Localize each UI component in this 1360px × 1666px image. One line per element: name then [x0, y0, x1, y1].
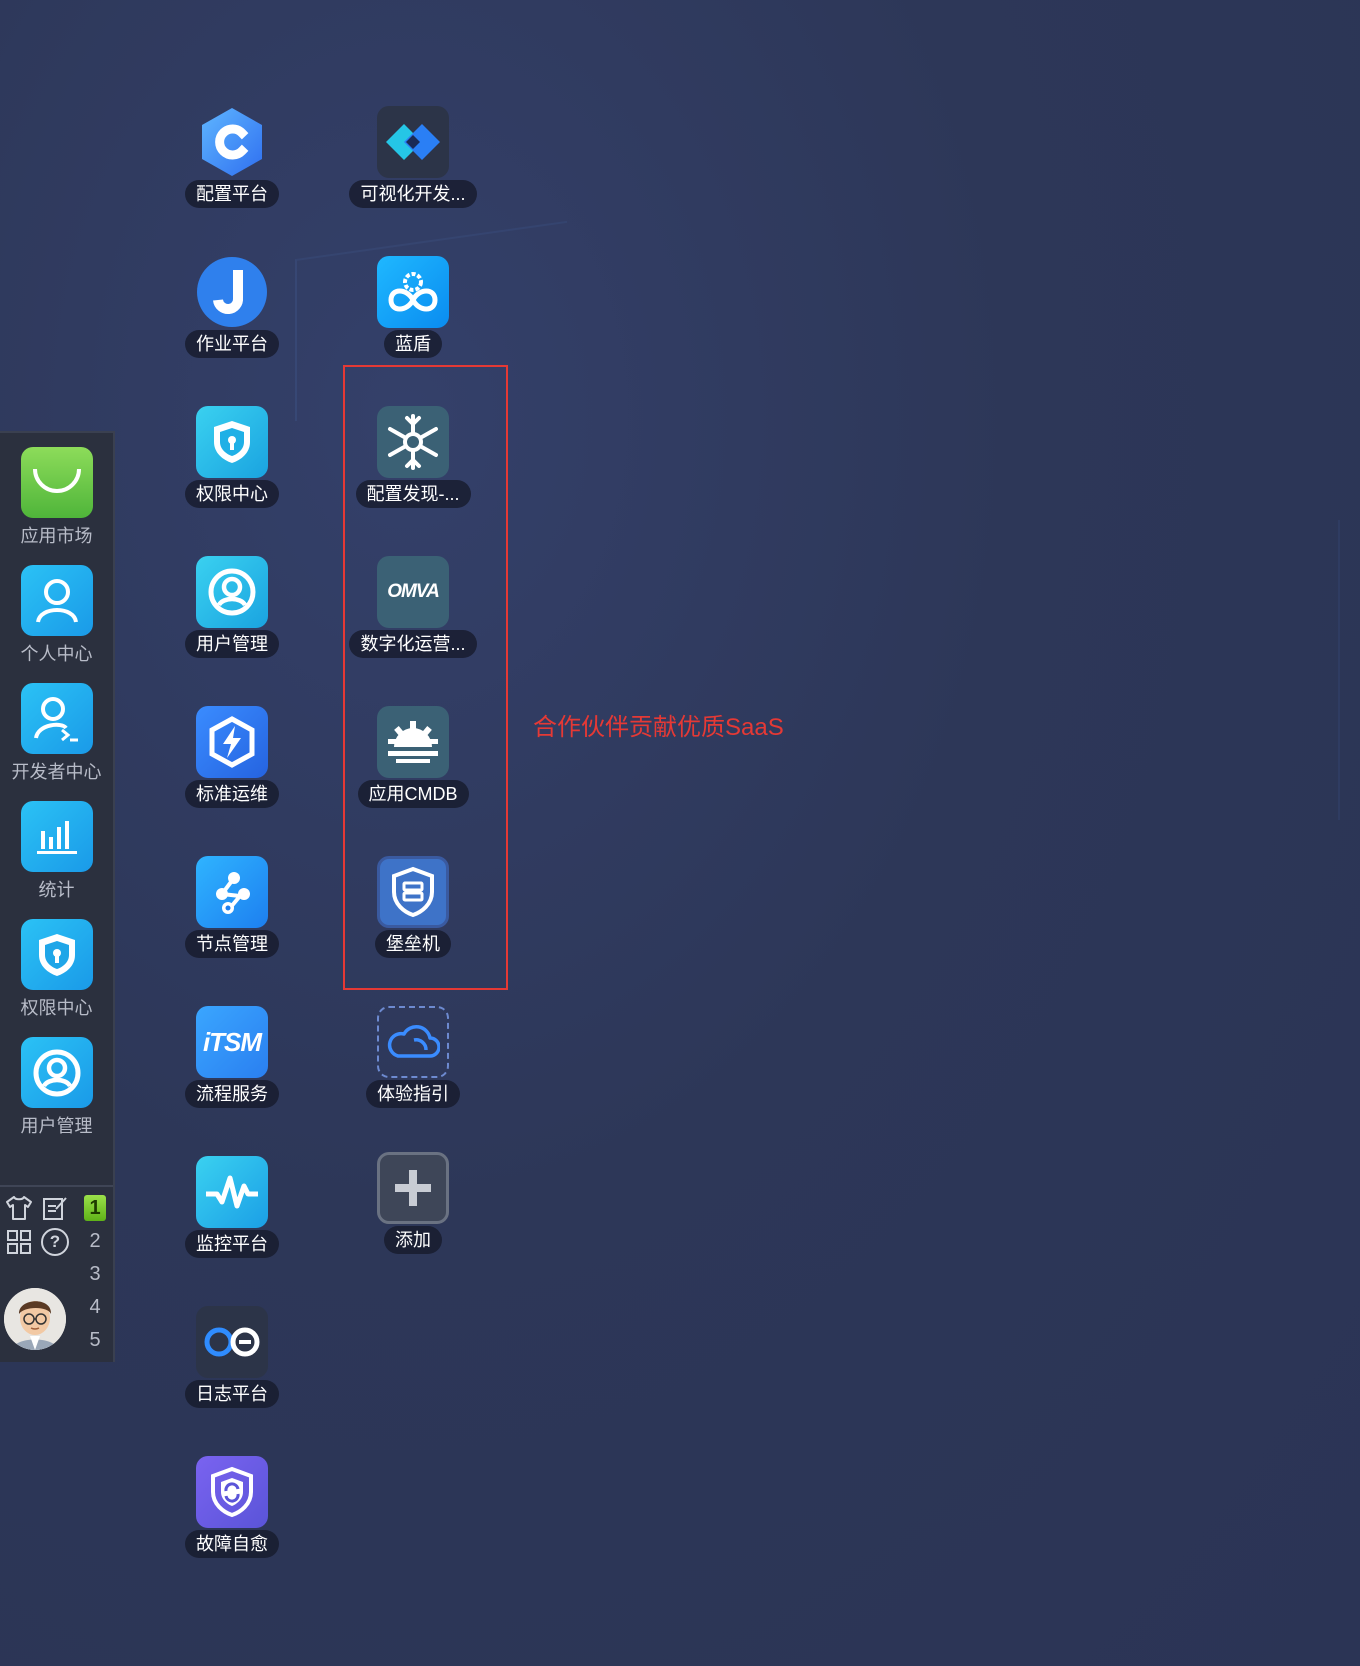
shield-icon [196, 406, 268, 478]
app-label: 标准运维 [185, 780, 279, 808]
app-user-management[interactable]: 用户管理 [157, 556, 307, 676]
app-label: 作业平台 [185, 330, 279, 358]
app-node-management[interactable]: 节点管理 [157, 856, 307, 976]
user-icon [196, 556, 268, 628]
app-experience-guide[interactable]: 体验指引 [338, 1006, 488, 1126]
app-label: 监控平台 [185, 1230, 279, 1258]
user-icon [20, 1037, 93, 1108]
app-label: 流程服务 [185, 1080, 279, 1108]
app-label: 权限中心 [185, 480, 279, 508]
dock-app-market[interactable]: 应用市场 [0, 433, 113, 548]
dock-app-permission-center[interactable]: 权限中心 [0, 905, 113, 1020]
app-config-platform[interactable]: 配置平台 [157, 106, 307, 226]
desktop-switch-2[interactable]: 2 [84, 1226, 106, 1256]
node-icon [196, 856, 268, 928]
app-label: 故障自愈 [185, 1530, 279, 1558]
visual-dev-icon [377, 106, 449, 178]
gear-bolt-icon [196, 706, 268, 778]
desktop-switch-1[interactable]: 1 [84, 1195, 106, 1221]
shield-icon [20, 919, 93, 990]
developer-icon [20, 683, 93, 754]
app-label: 蓝盾 [384, 330, 442, 358]
app-standard-ops[interactable]: 标准运维 [157, 706, 307, 826]
dock-app-label: 开发者中心 [11, 762, 102, 782]
itsm-icon: iTSM [196, 1006, 268, 1078]
chart-icon [20, 801, 93, 872]
dock-app-label: 权限中心 [20, 998, 93, 1018]
dock-app-label: 个人中心 [20, 644, 93, 664]
app-label: 用户管理 [185, 630, 279, 658]
app-job-platform[interactable]: 作业平台 [157, 256, 307, 376]
dock-app-label: 应用市场 [20, 526, 93, 546]
help-glyph: ? [41, 1228, 69, 1256]
app-label: 日志平台 [185, 1380, 279, 1408]
dock-app-label: 用户管理 [20, 1116, 93, 1136]
app-fault-self-heal[interactable]: 故障自愈 [157, 1456, 307, 1576]
dock-app-developer-center[interactable]: 开发者中心 [0, 669, 113, 784]
bluekind-icon [377, 256, 449, 328]
user-avatar[interactable] [4, 1288, 66, 1350]
person-icon [20, 565, 93, 636]
market-icon [20, 447, 93, 518]
dock-app-label: 统计 [38, 880, 75, 900]
app-label: 添加 [384, 1226, 442, 1254]
theme-shirt-icon[interactable] [2, 1191, 36, 1225]
app-label: 节点管理 [185, 930, 279, 958]
help-icon[interactable]: ? [38, 1225, 72, 1259]
monitor-icon [196, 1156, 268, 1228]
notes-edit-icon[interactable] [38, 1191, 72, 1225]
cmdb-c-icon [196, 106, 268, 178]
desktop-switch-3[interactable]: 3 [84, 1259, 106, 1289]
app-monitor-platform[interactable]: 监控平台 [157, 1156, 307, 1276]
dock-app-user-management[interactable]: 用户管理 [0, 1023, 113, 1138]
app-label: 可视化开发... [349, 180, 477, 208]
app-log-platform[interactable]: 日志平台 [157, 1306, 307, 1426]
partner-highlight-box [343, 365, 508, 990]
app-label: 配置平台 [185, 180, 279, 208]
dock-app-statistics[interactable]: 统计 [0, 787, 113, 902]
app-add[interactable]: 添加 [338, 1152, 488, 1272]
log-icon [196, 1306, 268, 1378]
dock-divider [0, 1185, 113, 1187]
plus-icon [377, 1152, 449, 1224]
desktop-switch-5[interactable]: 5 [84, 1325, 106, 1355]
app-visual-dev[interactable]: 可视化开发... [338, 106, 488, 226]
dock-app-personal-center[interactable]: 个人中心 [0, 551, 113, 666]
fault-heal-icon [196, 1456, 268, 1528]
cloud-icon [377, 1006, 449, 1078]
background-decoration [1338, 520, 1360, 820]
app-label: 体验指引 [366, 1080, 460, 1108]
app-itsm[interactable]: iTSM 流程服务 [157, 1006, 307, 1126]
partner-annotation: 合作伙伴贡献优质SaaS [533, 714, 784, 741]
desktop: 配置平台 作业平台 权限中心 用户管理 标准运维 节点管理 iTSM 流程服务 … [0, 0, 1360, 1666]
itsm-text: iTSM [202, 1026, 262, 1057]
app-bluekind[interactable]: 蓝盾 [338, 256, 488, 376]
app-grid-icon[interactable] [2, 1225, 36, 1259]
desktop-switch-4[interactable]: 4 [84, 1292, 106, 1322]
job-j-icon [196, 256, 268, 328]
left-dock: 应用市场 个人中心 开发者中心 统计 权限中心 用户管理 ? 1 2 3 4 5 [0, 431, 115, 1362]
app-permission-center[interactable]: 权限中心 [157, 406, 307, 526]
